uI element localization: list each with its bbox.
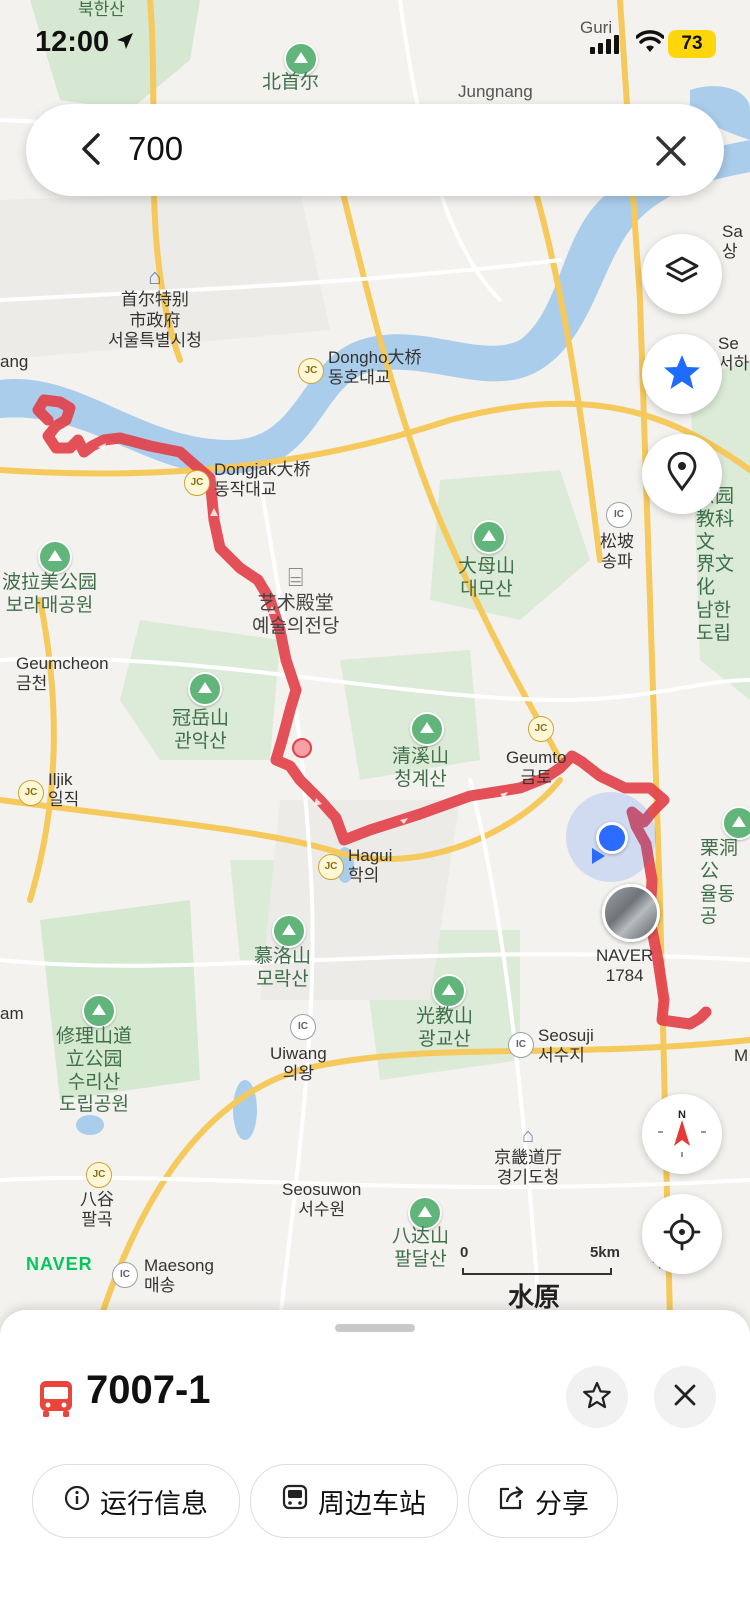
ic-badge: IC [290, 1014, 316, 1040]
map-label-city-hall: ⌂ 首尔特别 市政府 서울특별시청 [108, 264, 202, 351]
map-label-namhansan: 公园教科文界文化남한도립 [696, 486, 735, 644]
clear-search-button[interactable] [654, 134, 688, 173]
park-icon [410, 712, 444, 746]
map-label-provincial-office: ⌂ 京畿道厅 경기도청 [494, 1125, 562, 1188]
map-label-seosuji: Seosuji 서수지 [538, 1026, 594, 1066]
jc-badge: JC [86, 1162, 112, 1188]
cellular-signal-icon [590, 34, 622, 59]
map-scale: 0 5km [460, 1244, 620, 1275]
place-photo-marker[interactable] [602, 884, 660, 942]
search-query[interactable]: 700 [128, 130, 183, 168]
operation-info-label: 运行信息 [100, 1488, 208, 1519]
jc-badge: JC [184, 470, 210, 496]
jc-badge: JC [18, 780, 44, 806]
park-icon [188, 672, 222, 706]
map-canvas[interactable]: Guri Jungnang 北首尔 북한산 ⌂ 首尔特别 市政府 서울특별시청 JC… [0, 0, 750, 1320]
share-button[interactable]: 分享 [468, 1464, 618, 1538]
map-label-palgok: 八谷 팔곡 [80, 1190, 114, 1230]
map-label-geumto: Geumto 금토 [506, 748, 567, 788]
park-icon [722, 806, 750, 840]
location-arrow-icon [115, 26, 135, 59]
map-base [0, 0, 750, 1320]
jc-badge: JC [318, 854, 344, 880]
battery-indicator: 73 [668, 30, 716, 58]
naver-logo: NAVER [26, 1254, 93, 1274]
share-icon [497, 1485, 525, 1518]
park-icon [472, 520, 506, 554]
map-label-daemosan: 大母山 대모산 [458, 556, 516, 600]
close-sheet-button[interactable] [654, 1366, 716, 1428]
bus-stop-icon [282, 1484, 308, 1519]
map-label-surisan: 修理山道 立公园 수리산 도립공원 [56, 1026, 133, 1116]
status-bar: 12:00 73 [0, 0, 750, 90]
map-label-iljik: Iljik 일직 [48, 770, 80, 810]
map-label-suwon: 水原 [508, 1282, 561, 1312]
map-label-sa: Sa 상 [722, 222, 743, 262]
jc-badge: JC [528, 716, 554, 742]
star-icon [662, 352, 702, 397]
saved-place-button[interactable] [642, 434, 722, 514]
map-label-m: M [734, 1046, 749, 1065]
map-label-dongjak: Dongjak大桥 동작대교 [214, 460, 311, 500]
map-label-geumcheon: Geumcheon 금천 [16, 654, 109, 694]
ic-badge: IC [112, 1262, 138, 1288]
route-bottom-sheet[interactable]: 7007-1 运行信息 周边车站 分享 [0, 1310, 750, 1624]
map-label-ang: ang [0, 352, 29, 371]
map-label-seoha: Se 서하 [718, 334, 750, 374]
map-label-naver-1784: NAVER 1784 [596, 946, 654, 986]
map-label-gwanggyo: 光教山 광교산 [416, 1006, 474, 1050]
map-label-gwanaksan: 冠岳山 관악산 [172, 708, 230, 752]
map-label-seosuwon: Seosuwon 서수원 [282, 1180, 362, 1220]
route-name: 7007-1 [86, 1368, 211, 1412]
layers-button[interactable] [642, 234, 722, 314]
pin-icon [665, 451, 699, 497]
map-label-am: am [0, 1004, 24, 1023]
park-icon [38, 540, 72, 574]
jc-badge: JC [298, 358, 324, 384]
park-icon [408, 1196, 442, 1230]
map-label-arts-center: ⌸ 艺术殿堂 예술의전당 [252, 562, 340, 637]
nearby-stops-button[interactable]: 周边车站 [250, 1464, 458, 1538]
current-location-marker [566, 792, 656, 882]
map-label-boramae: 波拉美公园 보라매공원 [2, 572, 98, 616]
scale-distance: 5km [589, 1244, 620, 1261]
wifi-icon [635, 30, 665, 59]
map-label-paldalsan: 八达山 팔달산 [392, 1226, 450, 1270]
scale-zero: 0 [460, 1244, 469, 1261]
map-label-morak: 慕洛山 모락산 [254, 946, 312, 990]
ic-badge: IC [508, 1032, 534, 1058]
map-label-hagui: Hagui 학의 [348, 846, 393, 886]
map-label-maesong: Maesong 매송 [144, 1256, 214, 1296]
map-label-dongho: Dongho大桥 동호대교 [328, 348, 422, 388]
map-label-songpa: 松坡 송파 [600, 532, 634, 572]
close-icon [673, 1383, 697, 1412]
status-time: 12:00 [35, 26, 110, 58]
star-outline-icon [582, 1380, 612, 1415]
favorites-button[interactable] [642, 334, 722, 414]
compass-button[interactable]: N [642, 1094, 722, 1174]
operation-info-button[interactable]: 运行信息 [32, 1464, 240, 1538]
park-icon [82, 994, 116, 1028]
back-button[interactable] [78, 132, 104, 171]
search-bar[interactable]: 700 [26, 104, 724, 196]
map-label-yuldong: 栗洞公 율동공 [700, 838, 739, 928]
nearby-stops-label: 周边车站 [318, 1488, 426, 1519]
favorite-route-button[interactable] [566, 1366, 628, 1428]
svg-text:N: N [678, 1109, 686, 1121]
compass-icon: N [652, 1102, 712, 1167]
share-label: 分享 [535, 1488, 589, 1519]
map-label-cheonggyesan: 清溪山 청계산 [392, 746, 450, 790]
layers-icon [663, 253, 701, 296]
bus-icon [38, 1380, 74, 1423]
ic-badge: IC [606, 502, 632, 528]
park-icon [272, 914, 306, 948]
map-label-uiwang: Uiwang 의왕 [270, 1044, 327, 1084]
info-icon [64, 1485, 90, 1518]
park-icon [432, 974, 466, 1008]
locate-me-button[interactable] [642, 1194, 722, 1274]
sheet-handle[interactable] [335, 1324, 415, 1332]
locate-icon [662, 1212, 702, 1257]
